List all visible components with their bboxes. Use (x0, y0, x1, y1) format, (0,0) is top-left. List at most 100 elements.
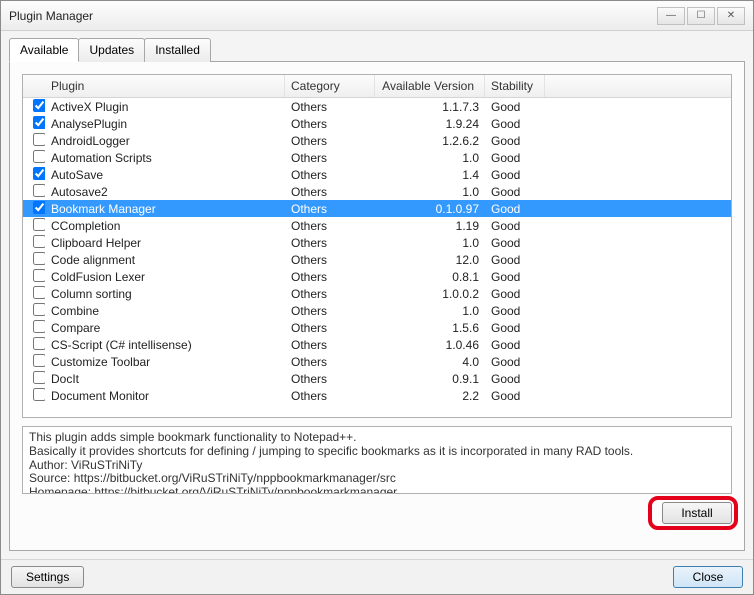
table-row[interactable]: AutoSaveOthers1.4Good (23, 166, 731, 183)
tab-installed[interactable]: Installed (144, 38, 211, 62)
table-row[interactable]: CCompletionOthers1.19Good (23, 217, 731, 234)
plugin-checkbox[interactable] (33, 252, 45, 265)
plugin-checkbox[interactable] (33, 371, 45, 384)
table-row[interactable]: CombineOthers1.0Good (23, 302, 731, 319)
plugin-stability: Good (485, 236, 545, 250)
table-row[interactable]: AnalysePluginOthers1.9.24Good (23, 115, 731, 132)
plugin-description[interactable]: This plugin adds simple bookmark functio… (22, 426, 732, 494)
window-controls: — ☐ ✕ (657, 7, 745, 25)
plugin-name: AnalysePlugin (45, 117, 285, 131)
plugin-checkbox[interactable] (33, 354, 45, 367)
minimize-button[interactable]: — (657, 7, 685, 25)
install-button[interactable]: Install (662, 502, 732, 524)
row-checkbox-cell (23, 337, 45, 353)
plugin-checkbox[interactable] (33, 116, 45, 129)
table-row[interactable]: Customize ToolbarOthers4.0Good (23, 353, 731, 370)
plugin-version: 0.9.1 (375, 372, 485, 386)
col-category[interactable]: Category (285, 75, 375, 97)
window-title: Plugin Manager (9, 9, 93, 23)
plugin-name: ColdFusion Lexer (45, 270, 285, 284)
plugin-checkbox[interactable] (33, 167, 45, 180)
close-window-button[interactable]: ✕ (717, 7, 745, 25)
tab-available[interactable]: Available (9, 38, 79, 62)
row-checkbox-cell (23, 133, 45, 149)
plugin-checkbox[interactable] (33, 269, 45, 282)
col-plugin[interactable]: Plugin (45, 75, 285, 97)
plugin-stability: Good (485, 270, 545, 284)
table-row[interactable]: Clipboard HelperOthers1.0Good (23, 234, 731, 251)
plugin-version: 2.2 (375, 389, 485, 403)
plugin-checkbox[interactable] (33, 150, 45, 163)
plugin-name: Customize Toolbar (45, 355, 285, 369)
row-checkbox-cell (23, 150, 45, 166)
titlebar: Plugin Manager — ☐ ✕ (1, 1, 753, 31)
plugin-checkbox[interactable] (33, 388, 45, 401)
plugin-category: Others (285, 134, 375, 148)
plugin-checkbox[interactable] (33, 99, 45, 112)
row-checkbox-cell (23, 269, 45, 285)
table-row[interactable]: AndroidLoggerOthers1.2.6.2Good (23, 132, 731, 149)
settings-button[interactable]: Settings (11, 566, 84, 588)
plugin-version: 0.8.1 (375, 270, 485, 284)
plugin-checkbox[interactable] (33, 184, 45, 197)
plugin-checkbox[interactable] (33, 320, 45, 333)
tab-panel-available: Plugin Category Available Version Stabil… (9, 61, 745, 551)
table-row[interactable]: Document MonitorOthers2.2Good (23, 387, 731, 404)
plugin-stability: Good (485, 117, 545, 131)
plugin-checkbox[interactable] (33, 303, 45, 316)
list-body[interactable]: ActiveX PluginOthers1.1.7.3GoodAnalysePl… (23, 98, 731, 417)
plugin-version: 1.0.46 (375, 338, 485, 352)
row-checkbox-cell (23, 99, 45, 115)
table-row[interactable]: ColdFusion LexerOthers0.8.1Good (23, 268, 731, 285)
plugin-category: Others (285, 372, 375, 386)
list-header[interactable]: Plugin Category Available Version Stabil… (23, 75, 731, 98)
plugin-name: Clipboard Helper (45, 236, 285, 250)
table-row[interactable]: Column sortingOthers1.0.0.2Good (23, 285, 731, 302)
col-version[interactable]: Available Version (375, 75, 485, 97)
table-row[interactable]: Bookmark ManagerOthers0.1.0.97Good (23, 200, 731, 217)
plugin-version: 1.19 (375, 219, 485, 233)
plugin-version: 4.0 (375, 355, 485, 369)
plugin-name: ActiveX Plugin (45, 100, 285, 114)
table-row[interactable]: CS-Script (C# intellisense)Others1.0.46G… (23, 336, 731, 353)
content-area: AvailableUpdatesInstalled Plugin Categor… (1, 31, 753, 559)
plugin-checkbox[interactable] (33, 337, 45, 350)
col-stability[interactable]: Stability (485, 75, 545, 97)
plugin-category: Others (285, 202, 375, 216)
plugin-version: 1.9.24 (375, 117, 485, 131)
plugin-version: 1.0 (375, 185, 485, 199)
plugin-version: 1.0 (375, 151, 485, 165)
plugin-version: 1.4 (375, 168, 485, 182)
plugin-version: 1.0 (375, 304, 485, 318)
plugin-category: Others (285, 338, 375, 352)
table-row[interactable]: CompareOthers1.5.6Good (23, 319, 731, 336)
plugin-stability: Good (485, 372, 545, 386)
table-row[interactable]: Code alignmentOthers12.0Good (23, 251, 731, 268)
plugin-name: Column sorting (45, 287, 285, 301)
plugin-stability: Good (485, 321, 545, 335)
plugin-version: 1.1.7.3 (375, 100, 485, 114)
plugin-name: AndroidLogger (45, 134, 285, 148)
plugin-name: Document Monitor (45, 389, 285, 403)
plugin-name: Bookmark Manager (45, 202, 285, 216)
plugin-category: Others (285, 270, 375, 284)
table-row[interactable]: Autosave2Others1.0Good (23, 183, 731, 200)
plugin-checkbox[interactable] (33, 235, 45, 248)
desc-line: This plugin adds simple bookmark functio… (29, 431, 725, 445)
plugin-stability: Good (485, 100, 545, 114)
tab-updates[interactable]: Updates (78, 38, 145, 62)
plugin-checkbox[interactable] (33, 286, 45, 299)
table-row[interactable]: DocItOthers0.9.1Good (23, 370, 731, 387)
plugin-checkbox[interactable] (33, 133, 45, 146)
plugin-name: Autosave2 (45, 185, 285, 199)
plugin-checkbox[interactable] (33, 218, 45, 231)
table-row[interactable]: ActiveX PluginOthers1.1.7.3Good (23, 98, 731, 115)
close-button[interactable]: Close (673, 566, 743, 588)
table-row[interactable]: Automation ScriptsOthers1.0Good (23, 149, 731, 166)
maximize-button[interactable]: ☐ (687, 7, 715, 25)
plugin-category: Others (285, 168, 375, 182)
plugin-stability: Good (485, 389, 545, 403)
plugin-checkbox[interactable] (33, 201, 45, 214)
plugin-stability: Good (485, 168, 545, 182)
plugin-category: Others (285, 185, 375, 199)
